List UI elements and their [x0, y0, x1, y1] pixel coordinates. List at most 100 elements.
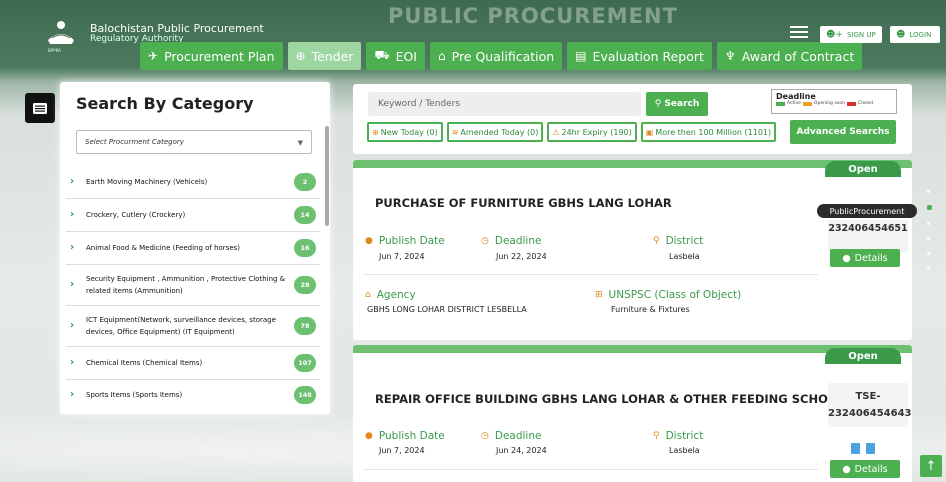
category-item[interactable]: › Animal Food & Medicine (Feeding of hors…	[66, 232, 320, 265]
section-dot-active[interactable]	[927, 205, 932, 210]
add-user-icon: ☻+	[826, 29, 843, 40]
bank-icon: ⌂	[365, 290, 371, 300]
layers-icon: ≋	[451, 127, 459, 137]
category-scrollbar[interactable]	[325, 126, 329, 226]
publish-date-value: Jun 7, 2024	[379, 446, 425, 455]
filter-amended-today[interactable]: ≋ Amended Today (0)	[446, 122, 544, 142]
agency-label: ⌂ Agency	[365, 289, 416, 301]
legend-swatch-opening-soon	[802, 101, 812, 106]
filter-label: New Today (0)	[380, 127, 438, 137]
nav-eoi[interactable]: ⛟ EOI	[366, 42, 425, 70]
sitemap-icon: ⊞	[595, 290, 603, 300]
login-label: LOGIN	[909, 30, 932, 39]
section-dot[interactable]	[927, 267, 930, 270]
nav-tender[interactable]: ⊕ Tender	[287, 42, 362, 70]
details-button[interactable]: ● Details	[830, 460, 900, 478]
publish-date-label: ● Publish Date	[365, 430, 445, 442]
district-label: ⚲ District	[653, 430, 703, 442]
filter-label: More then 100 Million (1101)	[655, 127, 772, 137]
filter-label: Amended Today (0)	[460, 127, 539, 137]
category-item[interactable]: › Security Equipment , Ammunition , Prote…	[66, 265, 320, 306]
search-button[interactable]: ⚲ Search	[646, 92, 708, 116]
category-select[interactable]: Select Procurment Category ▼	[76, 130, 312, 154]
clock-icon: ◷	[481, 431, 489, 441]
section-dot[interactable]	[927, 190, 930, 193]
bppra-logo[interactable]	[46, 20, 76, 46]
tender-title[interactable]: REPAIR OFFICE BUILDING GBHS LANG LOHAR &…	[375, 392, 845, 406]
deadline-value: Jun 24, 2024	[496, 446, 547, 455]
rocket-icon: ✈	[148, 49, 159, 63]
section-dot[interactable]	[927, 222, 930, 225]
signup-button[interactable]: ☻+ SIGN UP	[820, 26, 882, 43]
unspsc-value: Furniture & Fixtures	[611, 305, 690, 314]
category-count-badge: 16	[294, 239, 316, 257]
hamburger-menu-icon[interactable]	[790, 26, 808, 40]
signup-label: SIGN UP	[846, 30, 876, 39]
info-icon: ●	[842, 252, 851, 264]
legend-row: Active Opening soon Closed	[776, 101, 892, 106]
graduation-icon: ⌂	[438, 49, 446, 63]
clock-icon: ●	[365, 236, 373, 246]
filter-label: 24hr Expiry (190)	[561, 127, 632, 137]
clock-icon: ●	[365, 431, 373, 441]
scroll-to-top-button[interactable]: ↑	[920, 455, 942, 477]
section-dot[interactable]	[927, 252, 930, 255]
filter-24hr-expiry[interactable]: ⚠ 24hr Expiry (190)	[547, 122, 637, 142]
globe-icon: ⊕	[295, 49, 306, 63]
publish-date-value: Jun 7, 2024	[379, 252, 425, 261]
arrow-up-icon: ↑	[925, 458, 937, 474]
nav-label: Pre Qualification	[451, 48, 555, 64]
tender-title[interactable]: PURCHASE OF FURNITURE GBHS LANG LOHAR	[375, 196, 672, 210]
category-item[interactable]: › Chemical Items (Chemical Items) 107	[66, 347, 320, 380]
warning-icon: ⚠	[552, 127, 560, 137]
deadline-label: ◷ Deadline	[481, 235, 541, 247]
category-count-badge: 14	[294, 206, 316, 224]
advanced-search-button[interactable]: Advanced Searchs	[790, 120, 896, 144]
nav-label: Evaluation Report	[592, 48, 704, 64]
nav-evaluation-report[interactable]: ▤ Evaluation Report	[567, 42, 712, 70]
category-item[interactable]: › Crockery, Cutlery (Crockery) 14	[66, 199, 320, 232]
nav-procurement-plan[interactable]: ✈ Procurement Plan	[140, 42, 283, 70]
category-count-badge: 148	[294, 386, 316, 404]
category-count-badge: 107	[294, 354, 316, 372]
category-item[interactable]: › Earth Moving Machinery (Vehicels) 2	[66, 166, 320, 199]
category-panel-title: Search By Category	[76, 94, 254, 113]
deadline-legend: Deadline Active Opening soon Closed	[771, 89, 897, 114]
legend-label: Closed	[858, 101, 874, 106]
sidebar-toggle-button[interactable]	[25, 93, 55, 123]
category-label: Earth Moving Machinery (Vehicels)	[86, 178, 208, 186]
legend-swatch-active	[776, 101, 785, 106]
unspsc-label: ⊞ UNSPSC (Class of Object)	[595, 289, 741, 301]
nav-pre-qualification[interactable]: ⌂ Pre Qualification	[430, 42, 563, 70]
money-icon: ▣	[645, 127, 654, 137]
document-icon[interactable]	[866, 443, 875, 454]
car-icon: ⛟	[374, 48, 390, 62]
trophy-icon: ♆	[724, 49, 736, 63]
user-icon: ☻	[896, 29, 906, 40]
login-button[interactable]: ☻ LOGIN	[890, 26, 940, 43]
info-icon: ●	[842, 463, 851, 475]
map-pin-icon: ⚲	[653, 431, 660, 441]
district-value: Lasbela	[669, 446, 700, 455]
category-item[interactable]: › Sports Items (Sports Items) 148	[66, 380, 320, 410]
legend-title: Deadline	[776, 92, 816, 101]
nav-award-of-contract[interactable]: ♆ Award of Contract	[716, 42, 863, 70]
filter-more-than-100-million[interactable]: ▣ More then 100 Million (1101)	[640, 122, 777, 142]
search-icon: ⚲	[654, 99, 665, 109]
category-label: ICT Equipment(Network, surveillance devi…	[86, 316, 276, 336]
nav-label: Procurement Plan	[164, 48, 275, 64]
category-list: › Earth Moving Machinery (Vehicels) 2 › Cro…	[66, 166, 320, 410]
nav-label: Award of Contract	[741, 48, 855, 64]
district-value: Lasbela	[669, 252, 700, 261]
document-icon[interactable]	[851, 443, 860, 454]
label-text: Publish Date	[378, 235, 445, 247]
section-dot[interactable]	[927, 237, 930, 240]
details-button[interactable]: ● Details	[830, 249, 900, 267]
filter-new-today[interactable]: ⊕ New Today (0)	[367, 122, 443, 142]
category-label: Sports Items (Sports Items)	[86, 391, 183, 399]
category-item[interactable]: › ICT Equipment(Network, surveillance dev…	[66, 306, 320, 347]
chevron-right-icon: ›	[70, 242, 75, 253]
site-header: BPPRA Balochistan Public Procurement Reg…	[0, 0, 946, 76]
keyword-search-input[interactable]: Keyword / Tenders	[368, 92, 641, 116]
legend-label: Opening soon	[813, 101, 846, 106]
